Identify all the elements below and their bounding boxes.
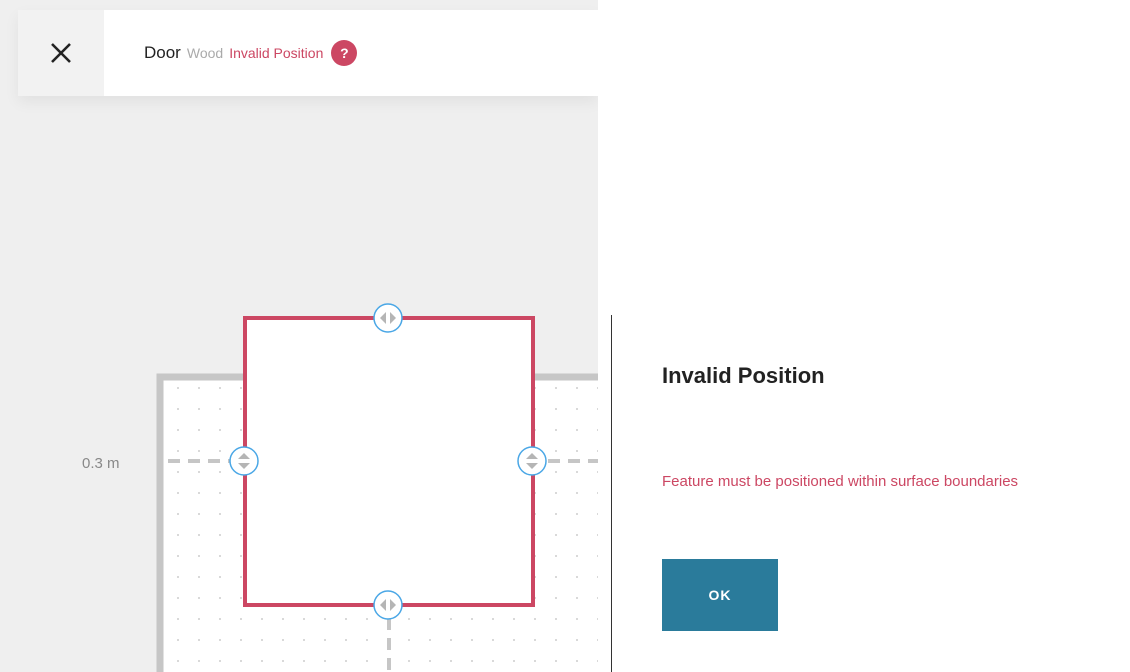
ok-button[interactable]: OK — [662, 559, 778, 631]
bottom-resize-handle[interactable] — [373, 590, 403, 620]
feature-title-row: Door Wood Invalid Position ? — [144, 10, 358, 96]
right-resize-handle[interactable] — [517, 446, 547, 476]
door-feature[interactable] — [243, 316, 535, 607]
left-resize-handle[interactable] — [229, 446, 259, 476]
top-resize-handle[interactable] — [373, 303, 403, 333]
feature-material: Wood — [186, 45, 224, 61]
editor-canvas-area: 0.3 m Door Wood Invalid Position ? — [0, 0, 598, 672]
dimension-label: 0.3 m — [82, 455, 120, 472]
close-button[interactable] — [18, 10, 104, 96]
feature-name: Door — [144, 43, 181, 62]
close-icon — [51, 43, 71, 63]
dialog-title: Invalid Position — [662, 363, 825, 388]
feature-status: Invalid Position — [229, 45, 324, 61]
dialog-message: Feature must be positioned within surfac… — [662, 473, 1019, 490]
feature-toolbar: Door Wood Invalid Position ? — [18, 10, 598, 96]
floor-plan-canvas — [156, 303, 598, 672]
dialog-divider — [611, 315, 612, 672]
help-icon[interactable]: ? — [331, 40, 358, 66]
